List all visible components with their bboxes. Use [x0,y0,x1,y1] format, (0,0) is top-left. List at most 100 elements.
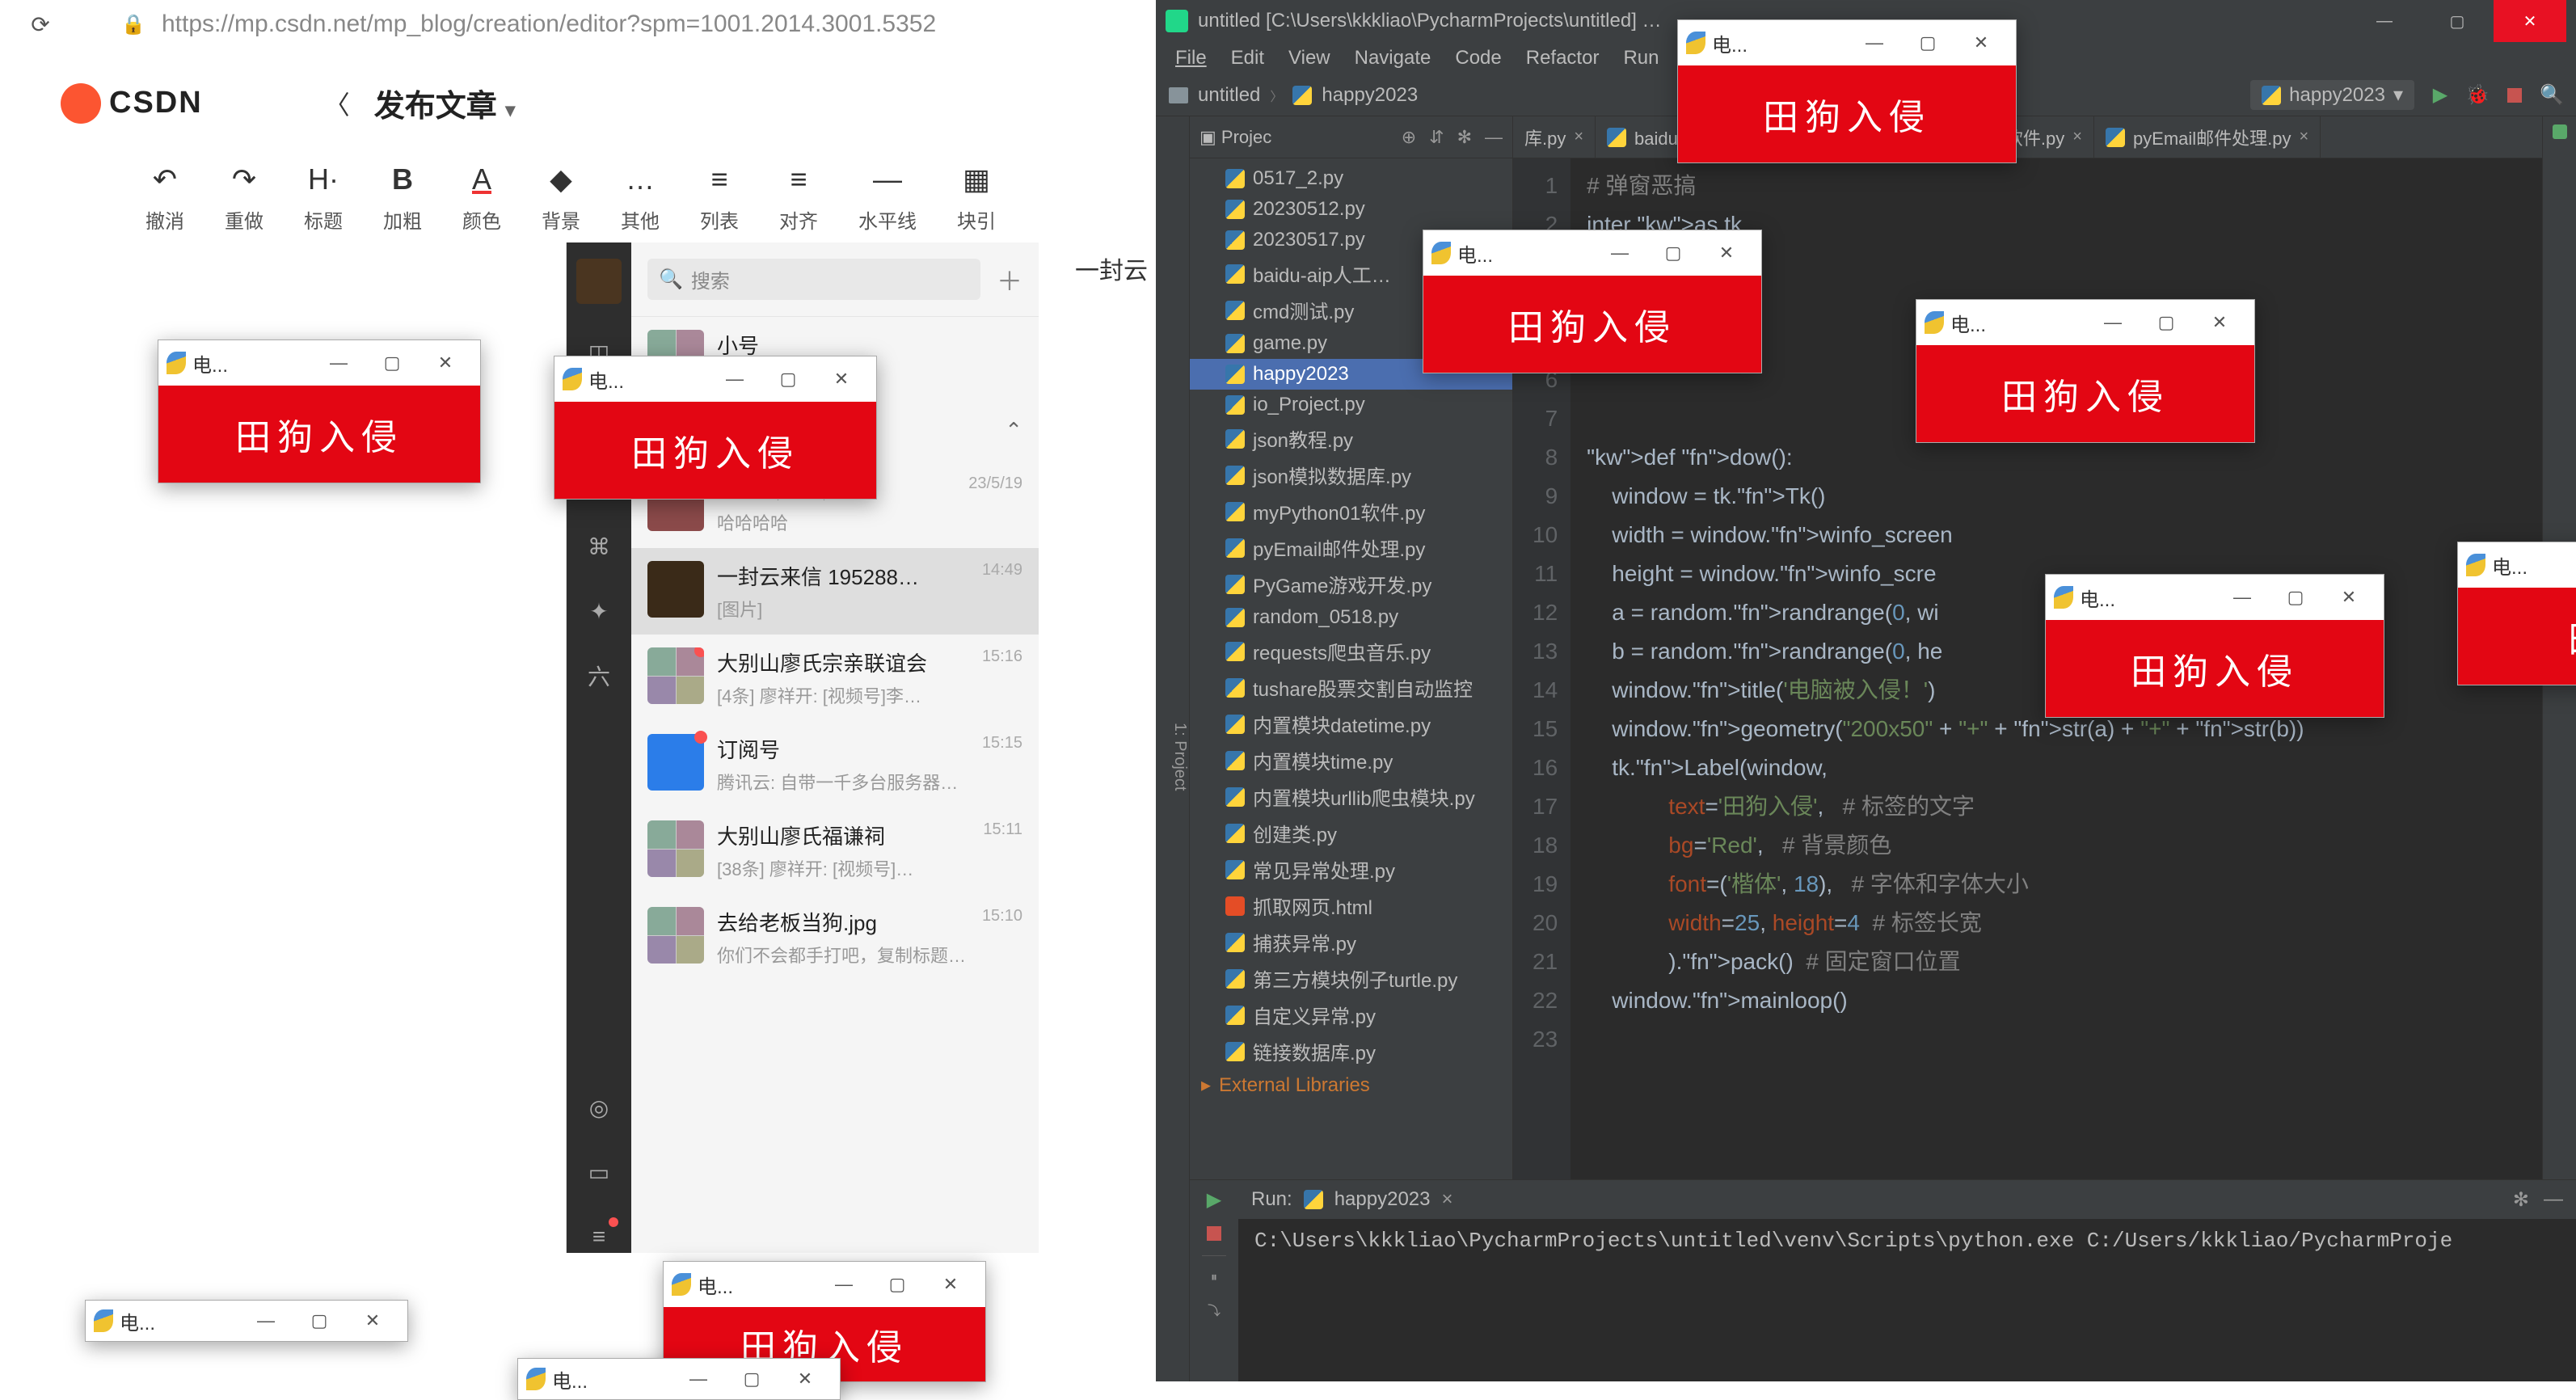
maximize-button[interactable]: ▢ [725,1368,778,1389]
tree-item[interactable]: json模拟数据库.py [1190,457,1512,493]
tk-titlebar[interactable]: 电...—▢✕ [86,1301,407,1341]
csdn-logo[interactable]: CSDN [61,83,203,124]
tk-titlebar[interactable]: 电...—▢✕ [554,356,876,402]
tree-item[interactable]: pyEmail邮件处理.py [1190,529,1512,566]
reload-icon[interactable]: ⟳ [24,8,57,40]
search-everywhere-icon[interactable]: 🔍 [2540,84,2563,107]
mini-icon[interactable]: ◎ [583,1091,615,1124]
tk-prank-window[interactable]: 电... 田 [2457,542,2576,685]
stop-button[interactable] [2503,84,2526,107]
menu-code[interactable]: Code [1444,44,1512,73]
user-avatar[interactable] [576,259,622,304]
tree-item[interactable]: 捕获异常.py [1190,924,1512,960]
close-button[interactable]: ✕ [778,1368,832,1389]
undo-button[interactable]: ↶撤消 [145,162,184,234]
menu-edit[interactable]: Edit [1220,44,1275,73]
tree-item[interactable]: 内置模块datetime.py [1190,706,1512,742]
nav-file[interactable]: happy2023 [1322,84,1418,107]
tk-prank-window[interactable]: 电...—▢✕ 田狗入侵 [554,356,877,500]
menu-view[interactable]: View [1277,44,1342,73]
tree-item[interactable]: 0517_2.py [1190,163,1512,194]
page-title[interactable]: 发布文章 ▾ [374,81,516,125]
menu-refactor[interactable]: Refactor [1515,44,1611,73]
tree-item[interactable]: 自定义异常.py [1190,997,1512,1033]
collapse-icon[interactable]: ⇵ [1429,127,1444,148]
maximize-button[interactable]: ▢ [761,369,815,390]
close-button[interactable]: ✕ [2494,0,2566,42]
close-button[interactable]: ✕ [924,1274,977,1295]
close-button[interactable]: ✕ [2322,587,2376,608]
tk-titlebar[interactable]: 电...—▢✕ [158,340,480,386]
search-input[interactable]: 🔍 搜索 [647,259,980,300]
bgcolor-button[interactable]: ◆背景 [542,162,580,234]
maximize-button[interactable]: ▢ [1646,242,1700,264]
run-config-selector[interactable]: happy2023 ▾ [2250,80,2414,110]
minimize-button[interactable]: — [672,1368,725,1389]
gear-icon[interactable]: ✻ [1457,127,1472,148]
moments-icon[interactable]: ⌘ [583,530,615,563]
heading-button[interactable]: H·标题 [304,162,343,234]
tk-prank-window[interactable]: 电...—▢✕ 田狗入侵 [1677,19,2017,163]
tree-item[interactable]: 创建类.py [1190,815,1512,851]
chat-item[interactable]: 大别山廖氏宗亲联谊会[4条] 廖祥开: [视频号]李… 15:16 [631,635,1039,721]
color-button[interactable]: A颜色 [462,162,501,234]
tree-item[interactable]: io_Project.py [1190,390,1512,420]
editor-tab[interactable]: pyEmail邮件处理.py× [2094,116,2321,158]
tk-titlebar[interactable]: 电...—▢✕ [1916,300,2254,345]
close-icon[interactable]: × [1441,1188,1452,1211]
target-icon[interactable]: ⊕ [1402,127,1416,148]
tk-prank-window[interactable]: 电...—▢✕ 田狗入侵 [158,339,481,483]
gear-icon[interactable]: ✻ [2513,1188,2529,1212]
rerun-button[interactable]: ▶ [1207,1188,1221,1212]
minimize-button[interactable]: — [1593,242,1646,264]
chat-item[interactable]: 大别山廖氏福谦祠[38条] 廖祥开: [视频号]… 15:11 [631,808,1039,894]
close-icon[interactable]: × [1574,128,1583,146]
close-icon[interactable]: × [2072,128,2082,146]
tree-item[interactable]: tushare股票交割自动监控 [1190,669,1512,706]
chat-item[interactable]: 一封云来信 195288…[图片] 14:49 [631,548,1039,635]
maximize-button[interactable]: ▢ [2140,312,2193,333]
tk-titlebar[interactable]: 电...—▢✕ [664,1262,985,1307]
run-output[interactable]: C:\Users\kkkliao\PycharmProjects\untitle… [1238,1219,2576,1381]
tk-prank-window[interactable]: 电...—▢✕ 田狗入侵 [2045,574,2384,718]
hide-icon[interactable]: — [1485,127,1503,148]
menu-navigate[interactable]: Navigate [1343,44,1443,73]
maximize-button[interactable]: ▢ [1901,32,1954,53]
minimize-button[interactable]: — [817,1274,871,1295]
nav-root[interactable]: untitled [1198,84,1260,107]
add-button[interactable]: ＋ [997,261,1022,298]
external-libraries[interactable]: ▸ External Libraries [1190,1069,1512,1101]
tk-titlebar[interactable]: 电...—▢✕ [2046,575,2384,620]
run-tab-name[interactable]: happy2023 [1334,1188,1431,1211]
lock-icon[interactable]: 🔒 [121,13,145,36]
tree-item[interactable]: myPython01软件.py [1190,493,1512,529]
menu-file[interactable]: File [1164,44,1218,73]
minimize-button[interactable]: — [2216,587,2269,608]
close-button[interactable]: ✕ [2193,312,2246,333]
explore-icon[interactable]: 六 [583,660,615,692]
step-icon[interactable]: ⤵ [1208,1300,1221,1319]
editor-tab[interactable]: 库.py× [1513,116,1596,158]
tree-item[interactable]: 20230512.py [1190,194,1512,225]
close-button[interactable]: ✕ [1700,242,1753,264]
minimize-button[interactable]: — [708,369,761,390]
hr-button[interactable]: —水平线 [858,162,917,234]
minimize-button[interactable]: — [2086,312,2140,333]
bold-button[interactable]: B加粗 [383,162,422,234]
menu-run[interactable]: Run [1612,44,1670,73]
tk-prank-window[interactable]: 电...—▢✕ [517,1358,841,1400]
maximize-button[interactable]: ▢ [871,1274,924,1295]
maximize-button[interactable]: ▢ [2269,587,2322,608]
tree-item[interactable]: json教程.py [1190,420,1512,457]
close-button[interactable]: ✕ [346,1310,399,1331]
tree-item[interactable]: 第三方模块例子turtle.py [1190,960,1512,997]
close-icon[interactable]: × [2300,128,2309,146]
more-button[interactable]: …其他 [621,162,660,234]
tk-titlebar[interactable]: 电...—▢✕ [518,1359,840,1399]
tk-prank-window[interactable]: 电...—▢✕ 田狗入侵 [1423,230,1762,373]
tree-item[interactable]: 内置模块urllib爬虫模块.py [1190,778,1512,815]
tree-item[interactable]: random_0518.py [1190,602,1512,633]
chat-item[interactable]: 去给老板当狗.jpg你们不会都手打吧，复制标题… 15:10 [631,894,1039,980]
minimize-button[interactable]: — [2348,0,2421,42]
tree-item[interactable]: 常见异常处理.py [1190,851,1512,888]
